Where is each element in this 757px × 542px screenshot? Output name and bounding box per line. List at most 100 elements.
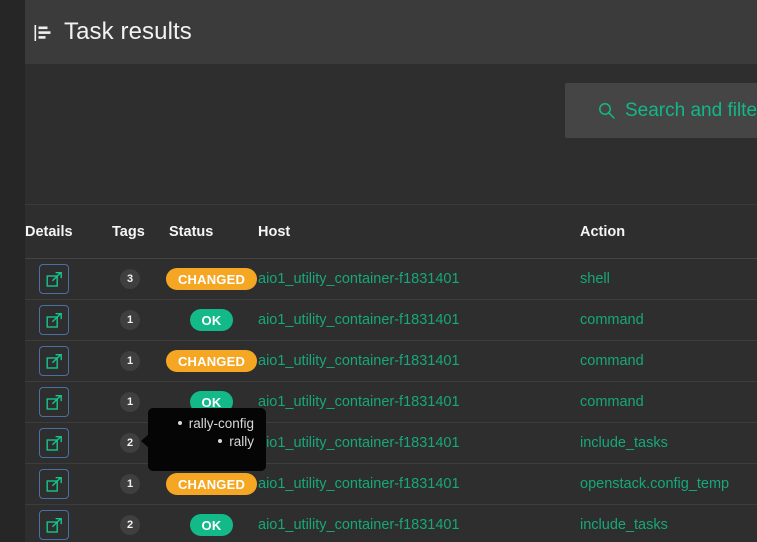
cell-status: CHANGED <box>165 463 258 505</box>
action-link[interactable]: command <box>580 353 757 369</box>
tags-count-badge[interactable]: 3 <box>120 269 140 289</box>
task-list-icon <box>33 23 53 43</box>
results-table-container: Details Tags Status Host Action 3 CHANGED… <box>25 204 757 542</box>
table-head: Details Tags Status Host Action <box>25 204 757 259</box>
cell-host: aio1_utility_container-f1831401 <box>258 299 580 341</box>
cell-tags: 3 <box>112 258 169 300</box>
host-link[interactable]: aio1_utility_container-f1831401 <box>258 476 460 492</box>
page-title: Task results <box>64 18 192 45</box>
cell-action: include_tasks <box>580 422 757 464</box>
open-details-button[interactable] <box>39 264 69 294</box>
status-wrap: CHANGED <box>165 473 258 495</box>
cell-status: OK <box>169 422 258 464</box>
search-icon <box>598 102 615 119</box>
status-badge: OK <box>189 432 234 454</box>
cell-action: shell <box>580 258 757 300</box>
table-row[interactable]: 1 OK aio1_utility_container-f1831401 comman… <box>25 299 757 341</box>
host-link[interactable]: aio1_utility_container-f1831401 <box>258 435 460 451</box>
cell-status: CHANGED <box>165 340 258 382</box>
action-link[interactable]: include_tasks <box>580 435 757 451</box>
column-header-tags[interactable]: Tags <box>112 204 169 259</box>
table-body: 3 CHANGED aio1_utility_container-f1831401 s… <box>25 258 757 542</box>
status-badge: OK <box>189 514 234 536</box>
tags-count-badge[interactable]: 2 <box>120 433 140 453</box>
table-header-row: Details Tags Status Host Action <box>25 204 757 259</box>
cell-host: aio1_utility_container-f1831401 <box>258 422 580 464</box>
column-header-action[interactable]: Action <box>580 204 757 259</box>
cell-tags: 2 <box>112 504 169 542</box>
cell-tags: 1 <box>112 299 169 341</box>
cell-action: openstack.config_temp <box>580 463 757 505</box>
host-link[interactable]: aio1_utility_container-f1831401 <box>258 394 460 410</box>
cell-details <box>25 463 112 505</box>
cell-host: aio1_utility_container-f1831401 <box>258 381 580 423</box>
task-results-page: Task results Search and filter Details T… <box>0 0 757 542</box>
cell-details <box>25 504 112 542</box>
cell-host: aio1_utility_container-f1831401 <box>258 504 580 542</box>
cell-action: command <box>580 381 757 423</box>
column-header-details[interactable]: Details <box>25 204 112 259</box>
status-badge: CHANGED <box>165 268 258 290</box>
status-wrap: OK <box>169 391 258 413</box>
open-details-button[interactable] <box>39 346 69 376</box>
status-badge: CHANGED <box>165 473 258 495</box>
open-details-button[interactable] <box>39 428 69 458</box>
tags-count-badge[interactable]: 1 <box>120 310 140 330</box>
cell-host: aio1_utility_container-f1831401 <box>258 340 580 382</box>
host-link[interactable]: aio1_utility_container-f1831401 <box>258 312 460 328</box>
cell-action: include_tasks <box>580 504 757 542</box>
column-header-status[interactable]: Status <box>169 204 258 259</box>
cell-status: OK <box>169 504 258 542</box>
search-placeholder: Search and filter <box>625 99 757 121</box>
host-link[interactable]: aio1_utility_container-f1831401 <box>258 517 460 533</box>
toolbar: Search and filter <box>25 64 757 204</box>
search-input[interactable]: Search and filter <box>565 83 757 138</box>
tags-count-badge[interactable]: 1 <box>120 392 140 412</box>
tags-count-badge[interactable]: 1 <box>120 351 140 371</box>
status-badge: CHANGED <box>165 350 258 372</box>
open-details-button[interactable] <box>39 305 69 335</box>
cell-details <box>25 299 112 341</box>
table-row[interactable]: 3 CHANGED aio1_utility_container-f1831401 s… <box>25 258 757 300</box>
cell-details <box>25 381 112 423</box>
column-header-host[interactable]: Host <box>258 204 580 259</box>
table-row[interactable]: 2 OK aio1_utility_container-f1831401 includ… <box>25 422 757 464</box>
action-link[interactable]: openstack.config_temp <box>580 476 757 492</box>
action-link[interactable]: command <box>580 394 757 410</box>
action-link[interactable]: shell <box>580 271 757 287</box>
external-link-icon <box>46 271 63 288</box>
action-link[interactable]: command <box>580 312 757 328</box>
tags-count-badge[interactable]: 1 <box>120 474 140 494</box>
status-badge: OK <box>189 309 234 331</box>
action-link[interactable]: include_tasks <box>580 517 757 533</box>
cell-details <box>25 258 112 300</box>
page-header: Task results <box>25 0 757 64</box>
host-link[interactable]: aio1_utility_container-f1831401 <box>258 353 460 369</box>
external-link-icon <box>46 476 63 493</box>
cell-host: aio1_utility_container-f1831401 <box>258 463 580 505</box>
cell-details <box>25 340 112 382</box>
external-link-icon <box>46 312 63 329</box>
header-title-group: Task results <box>33 18 192 46</box>
status-wrap: CHANGED <box>165 268 258 290</box>
table-row[interactable]: 1 CHANGED aio1_utility_container-f1831401 o… <box>25 463 757 505</box>
cell-action: command <box>580 340 757 382</box>
status-wrap: CHANGED <box>165 350 258 372</box>
open-details-button[interactable] <box>39 469 69 499</box>
cell-tags: 1 <box>112 381 169 423</box>
cell-tags: 2 <box>112 422 169 464</box>
table-row[interactable]: 1 CHANGED aio1_utility_container-f1831401 c… <box>25 340 757 382</box>
external-link-icon <box>46 353 63 370</box>
cell-host: aio1_utility_container-f1831401 <box>258 258 580 300</box>
open-details-button[interactable] <box>39 387 69 417</box>
open-details-button[interactable] <box>39 510 69 540</box>
external-link-icon <box>46 394 63 411</box>
cell-tags: 1 <box>112 340 169 382</box>
host-link[interactable]: aio1_utility_container-f1831401 <box>258 271 460 287</box>
table-row[interactable]: 2 OK aio1_utility_container-f1831401 includ… <box>25 504 757 542</box>
results-table: Details Tags Status Host Action 3 CHANGED… <box>25 204 757 542</box>
table-row[interactable]: 1 OK aio1_utility_container-f1831401 comman… <box>25 381 757 423</box>
status-wrap: OK <box>169 514 258 536</box>
status-wrap: OK <box>169 309 258 331</box>
tags-count-badge[interactable]: 2 <box>120 515 140 535</box>
